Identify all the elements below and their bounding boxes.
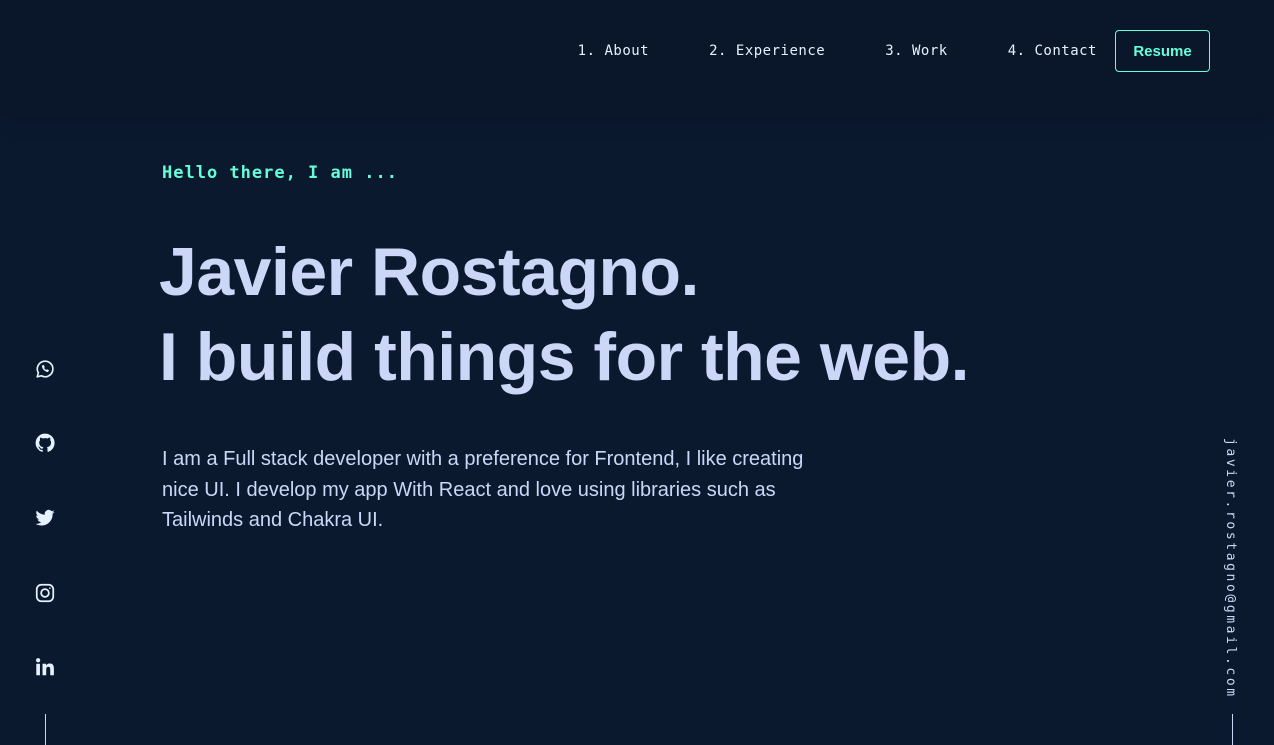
nav-link-work[interactable]: 3. Work [885,43,948,59]
hero-description: I am a Full stack developer with a prefe… [162,448,804,531]
email-divider-line [1232,714,1233,745]
twitter-icon[interactable] [33,506,57,530]
email-link[interactable]: javier.rostagno@gmail.com [1223,438,1238,699]
instagram-icon[interactable] [33,581,57,605]
email-sidebar: javier.rostagno@gmail.com [1220,438,1244,703]
nav-link-about[interactable]: 1. About [578,43,649,59]
nav-link-experience[interactable]: 2. Experience [709,43,825,59]
whatsapp-icon[interactable] [33,357,57,381]
nav-link-contact[interactable]: 4. Contact [1008,43,1097,59]
github-icon[interactable] [33,431,57,455]
hero-tagline: I build things for the web. [159,319,970,395]
navbar: 1. About 2. Experience 3. Work 4. Contac… [0,0,1274,117]
linkedin-icon[interactable] [33,655,57,679]
nav-links: 1. About 2. Experience 3. Work 4. Contac… [578,29,1210,73]
social-divider-line [45,714,46,745]
resume-button[interactable]: Resume [1115,30,1210,72]
hero-name: Javier Rostagno. [159,234,699,310]
hero-greeting: Hello there, I am ... [162,163,398,183]
